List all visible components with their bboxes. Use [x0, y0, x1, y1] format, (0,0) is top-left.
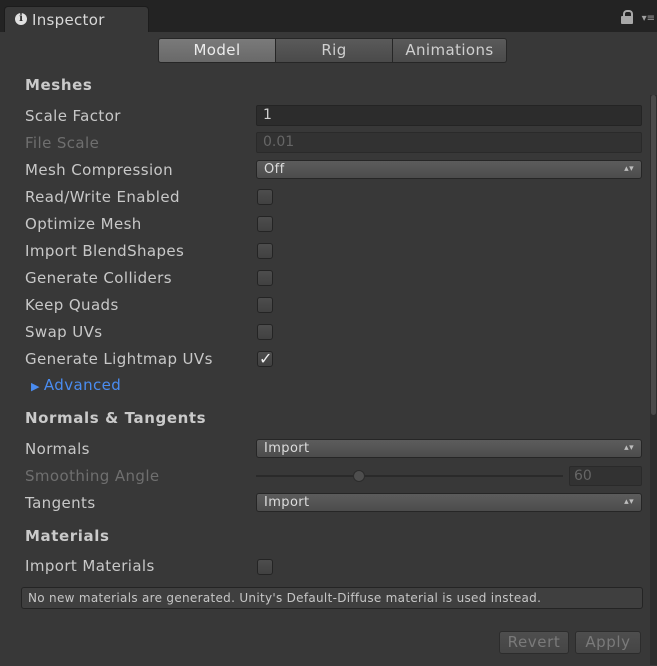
tangents-value: Import — [264, 495, 310, 510]
normals-label: Normals — [25, 440, 90, 458]
tab-rig[interactable]: Rig — [276, 38, 393, 63]
swap-uvs-checkbox[interactable] — [257, 324, 273, 340]
swap-uvs-label: Swap UVs — [25, 323, 103, 341]
inspector-tab[interactable]: i Inspector — [4, 6, 149, 32]
smoothing-angle-label: Smoothing Angle — [25, 467, 160, 485]
mesh-compression-label: Mesh Compression — [25, 161, 173, 179]
advanced-foldout[interactable]: ▶ Advanced — [31, 376, 121, 394]
tab-animations[interactable]: Animations — [393, 38, 507, 63]
window-titlebar: i Inspector ▾≡ — [0, 0, 657, 32]
import-blendshapes-label: Import BlendShapes — [25, 242, 185, 260]
import-blendshapes-checkbox[interactable] — [257, 243, 273, 259]
read-write-enabled-checkbox[interactable] — [257, 189, 273, 205]
materials-header: Materials — [25, 527, 110, 545]
file-scale-label: File Scale — [25, 134, 100, 152]
info-icon: i — [15, 13, 27, 25]
import-materials-checkbox[interactable] — [257, 559, 273, 575]
mesh-compression-value: Off — [264, 162, 285, 177]
tab-model[interactable]: Model — [158, 38, 276, 63]
vertical-scrollbar[interactable] — [650, 95, 657, 665]
inspector-tab-label: Inspector — [32, 11, 105, 29]
normals-tangents-header: Normals & Tangents — [25, 409, 207, 427]
tangents-dropdown[interactable]: Import ▴▾ — [256, 493, 642, 512]
triangle-right-icon: ▶ — [31, 380, 40, 393]
dropdown-arrows-icon: ▴▾ — [624, 443, 634, 453]
optimize-mesh-label: Optimize Mesh — [25, 215, 142, 233]
keep-quads-checkbox[interactable] — [257, 297, 273, 313]
mesh-compression-dropdown[interactable]: Off ▴▾ — [256, 160, 642, 179]
smoothing-angle-slider-thumb — [353, 470, 365, 482]
read-write-enabled-label: Read/Write Enabled — [25, 188, 180, 206]
smoothing-angle-field: 60 — [569, 466, 642, 486]
apply-button[interactable]: Apply — [575, 631, 641, 654]
smoothing-angle-slider-track — [256, 475, 563, 477]
generate-colliders-checkbox[interactable] — [257, 270, 273, 286]
import-tabs: Model Rig Animations — [158, 38, 507, 63]
scrollbar-thumb[interactable] — [651, 95, 656, 415]
scale-factor-label: Scale Factor — [25, 107, 121, 125]
import-materials-label: Import Materials — [25, 557, 155, 575]
lock-icon[interactable] — [621, 10, 633, 24]
generate-lightmap-uvs-label: Generate Lightmap UVs — [25, 350, 213, 368]
scale-factor-input[interactable]: 1 — [256, 105, 642, 126]
optimize-mesh-checkbox[interactable] — [257, 216, 273, 232]
generate-lightmap-uvs-checkbox[interactable]: ✓ — [257, 349, 273, 368]
keep-quads-label: Keep Quads — [25, 296, 119, 314]
revert-button[interactable]: Revert — [499, 631, 569, 654]
menu-icon[interactable]: ▾≡ — [642, 13, 655, 24]
normals-value: Import — [264, 441, 310, 456]
meshes-header: Meshes — [25, 76, 93, 94]
normals-dropdown[interactable]: Import ▴▾ — [256, 439, 642, 458]
tangents-label: Tangents — [25, 494, 96, 512]
file-scale-field: 0.01 — [256, 132, 642, 153]
advanced-label: Advanced — [43, 376, 122, 394]
dropdown-arrows-icon: ▴▾ — [624, 497, 634, 507]
generate-colliders-label: Generate Colliders — [25, 269, 172, 287]
dropdown-arrows-icon: ▴▾ — [624, 164, 634, 174]
materials-help-box: No new materials are generated. Unity's … — [21, 587, 643, 609]
check-icon: ✓ — [259, 349, 273, 368]
